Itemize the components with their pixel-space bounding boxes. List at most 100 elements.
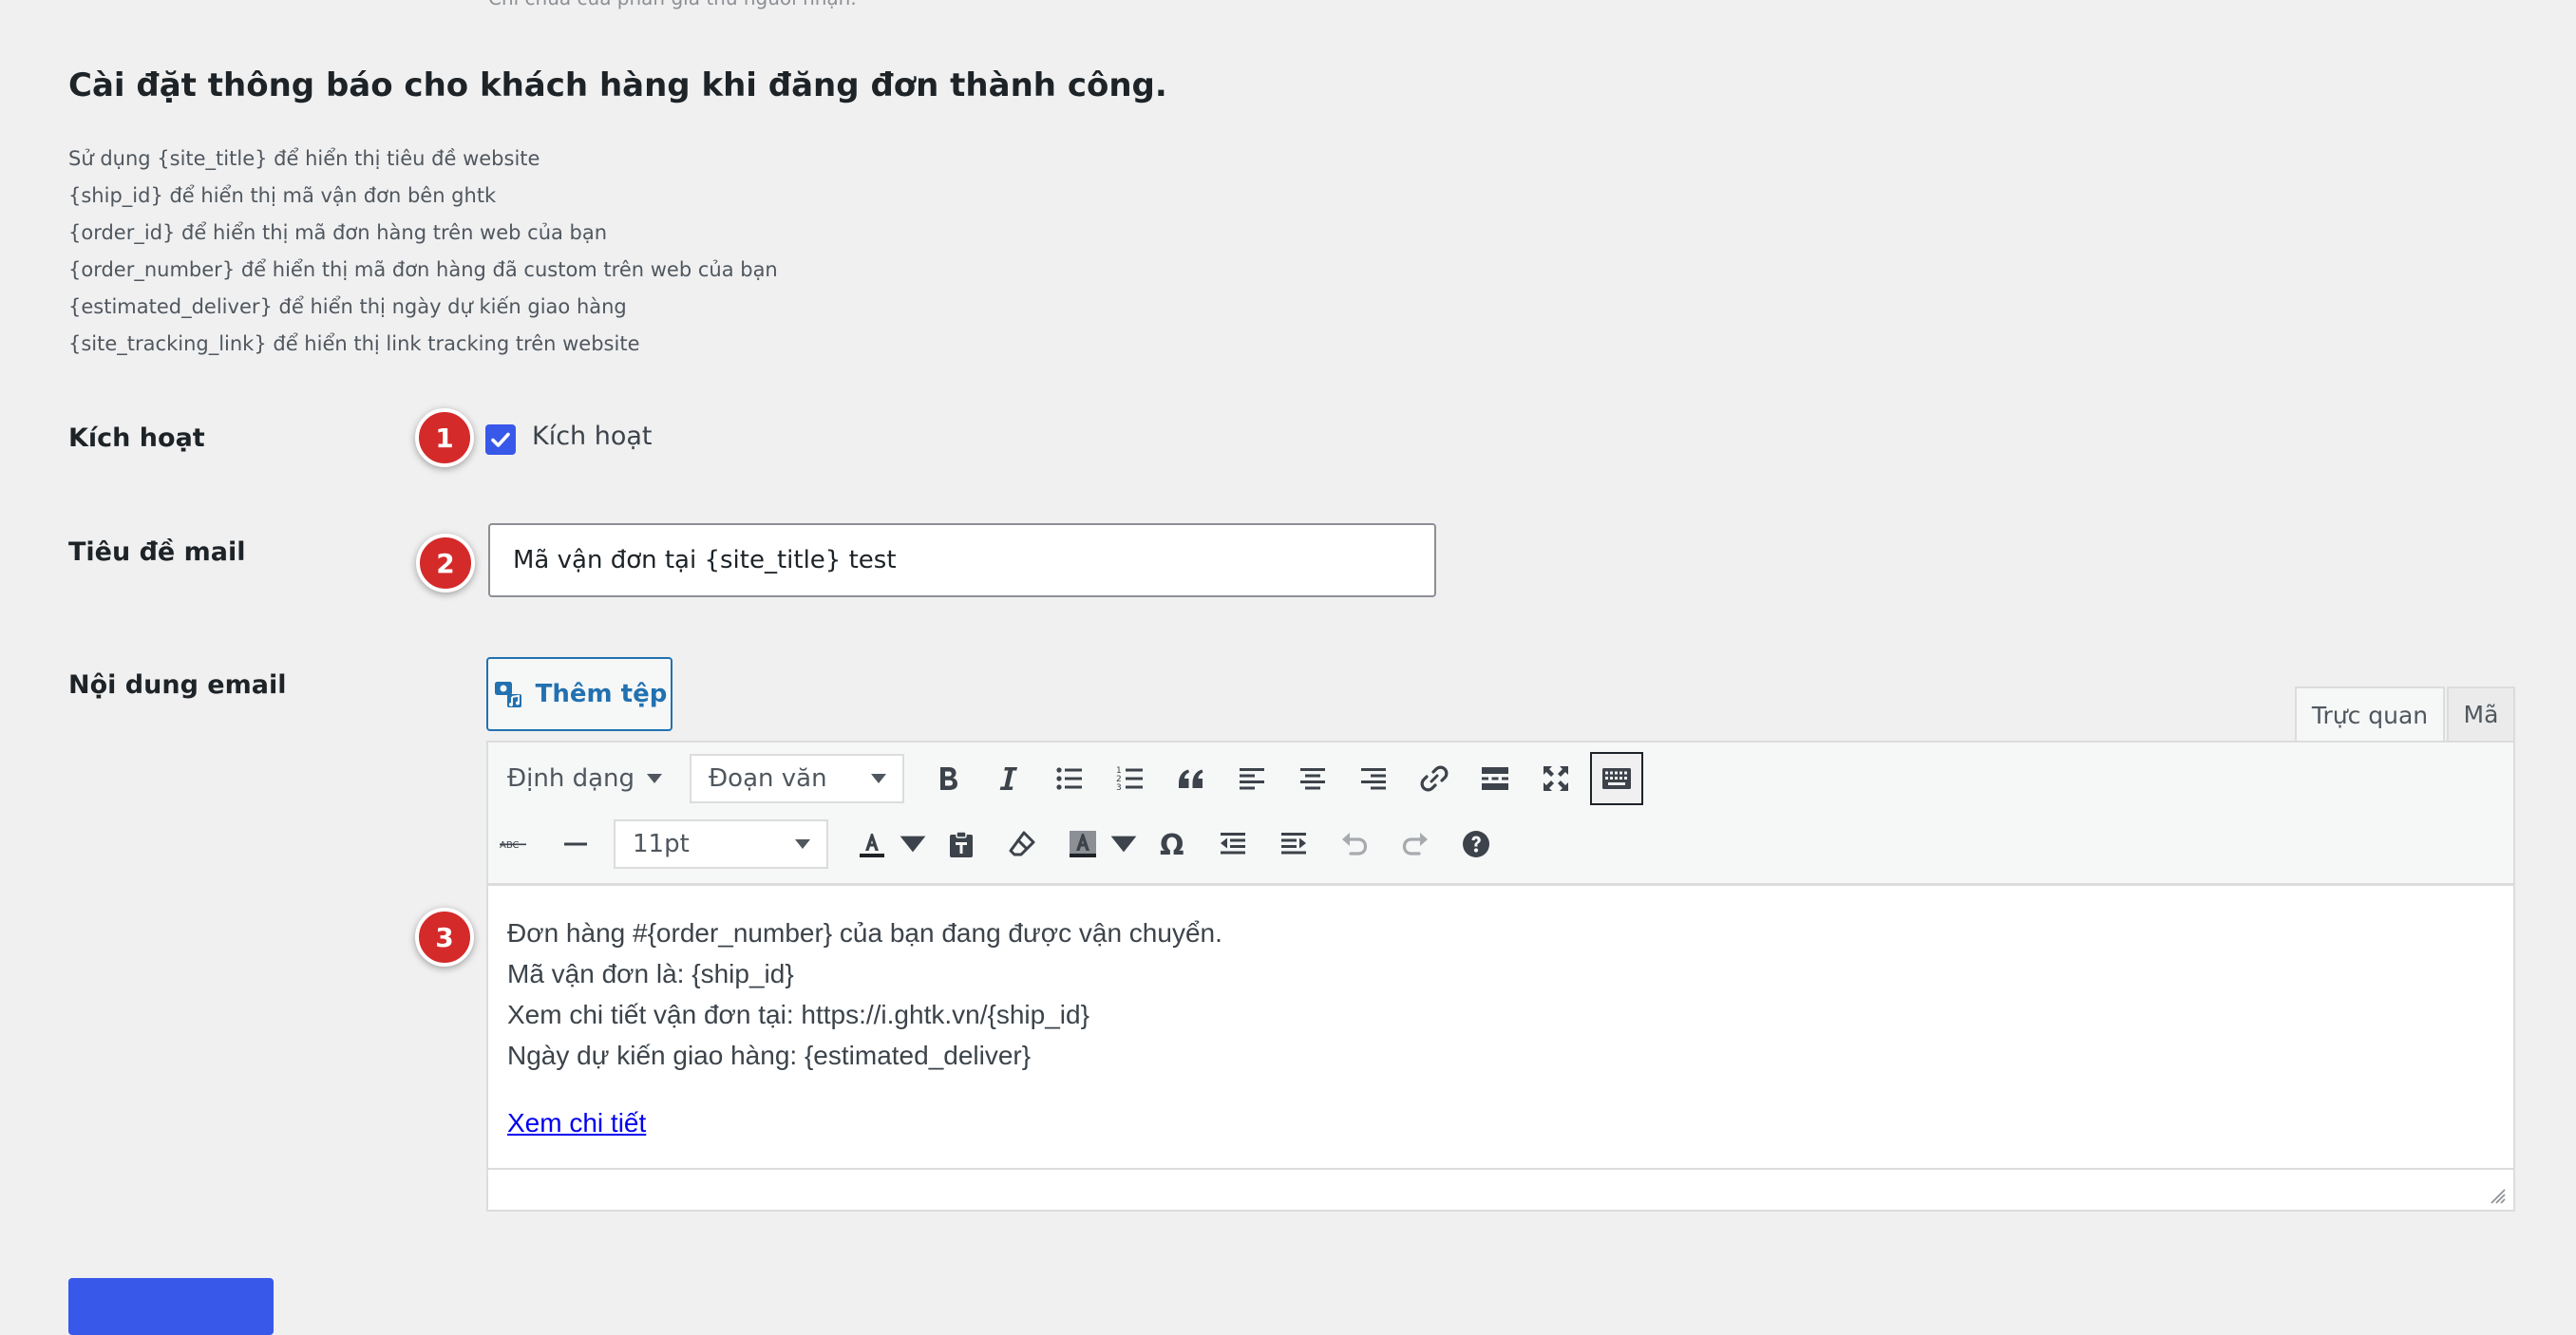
help-icon xyxy=(1463,831,1489,857)
omega-icon: Ω xyxy=(1160,829,1184,860)
bold-icon xyxy=(940,767,958,790)
numbered-list-button[interactable]: 123 xyxy=(1104,752,1157,805)
format-menu-label: Định dạng xyxy=(507,764,635,793)
add-media-button[interactable]: Thêm tệp xyxy=(486,657,672,731)
add-media-label: Thêm tệp xyxy=(535,680,668,708)
svg-text:3: 3 xyxy=(1116,783,1122,793)
bullet-list-icon xyxy=(1056,767,1083,790)
format-menu[interactable]: Định dạng xyxy=(488,754,682,803)
editor-line: Xem chi tiết vận đơn tại: https://i.ghtk… xyxy=(507,1000,1089,1029)
toolbar-row-1: Định dạng Đoạn văn 123 xyxy=(488,746,2511,811)
font-size-value: 11pt xyxy=(633,830,690,858)
paste-text-button[interactable] xyxy=(935,818,988,871)
eraser-icon xyxy=(1009,831,1035,856)
strikethrough-button[interactable]: ABC xyxy=(488,818,541,871)
save-button[interactable] xyxy=(68,1278,274,1335)
keyboard-icon xyxy=(1602,768,1632,789)
help-line: {estimated_deliver} để hiển thị ngày dự … xyxy=(68,295,627,318)
paste-text-icon xyxy=(950,831,973,857)
cut-off-text: Chỉ chứa của phần giá thư người nhận. xyxy=(488,0,857,9)
font-size-select[interactable]: 11pt xyxy=(614,819,828,869)
blockquote-button[interactable] xyxy=(1165,752,1218,805)
background-color-dropdown[interactable] xyxy=(1109,818,1138,871)
activate-checkbox-label[interactable]: Kích hoạt xyxy=(532,422,653,451)
toolbar-row-2: ABC 11pt Ω xyxy=(488,812,2511,876)
undo-icon xyxy=(1342,833,1368,856)
mail-subject-label: Tiêu đề mail xyxy=(68,537,246,567)
redo-icon xyxy=(1402,833,1428,856)
view-details-link[interactable]: Xem chi tiết xyxy=(507,1108,646,1138)
email-content-label: Nội dung email xyxy=(68,670,287,700)
indent-button[interactable] xyxy=(1267,818,1320,871)
marker-3: 3 xyxy=(415,908,474,967)
clear-formatting-button[interactable] xyxy=(995,818,1049,871)
help-line: Sử dụng {site_title} để hiển thị tiêu đề… xyxy=(68,147,540,170)
editor-line: Đơn hàng #{order_number} của bạn đang đư… xyxy=(507,918,1222,948)
block-format-value: Đoạn văn xyxy=(709,764,827,793)
keyboard-shortcuts-button[interactable] xyxy=(1449,818,1503,871)
section-title: Cài đặt thông báo cho khách hàng khi đăn… xyxy=(68,66,1167,104)
align-right-button[interactable] xyxy=(1347,752,1400,805)
caret-down-icon xyxy=(900,836,926,853)
marker-1: 1 xyxy=(415,408,474,467)
align-right-icon xyxy=(1361,768,1387,790)
checkmark-icon xyxy=(491,432,510,447)
outdent-icon xyxy=(1221,833,1245,855)
help-line: {site_tracking_link} để hiển thị link tr… xyxy=(68,332,640,355)
read-more-icon xyxy=(1482,767,1509,790)
horizontal-line-icon xyxy=(564,842,587,846)
read-more-button[interactable] xyxy=(1468,752,1522,805)
block-format-select[interactable]: Đoạn văn xyxy=(690,754,905,803)
editor-statusbar xyxy=(486,1170,2515,1212)
text-color-dropdown[interactable] xyxy=(899,818,927,871)
add-media-icon xyxy=(494,682,521,707)
placeholder-help: Sử dụng {site_title} để hiển thị tiêu đề… xyxy=(68,141,778,363)
caret-down-icon xyxy=(1110,836,1137,853)
indent-icon xyxy=(1281,833,1306,855)
editor-spacer xyxy=(507,1076,2494,1102)
align-left-button[interactable] xyxy=(1225,752,1279,805)
tab-code[interactable]: Mã xyxy=(2447,686,2515,741)
numbered-list-icon: 123 xyxy=(1116,766,1144,793)
tab-visual[interactable]: Trực quan xyxy=(2295,686,2445,743)
quote-icon xyxy=(1179,769,1203,788)
editor-line: Ngày dự kiến giao hàng: {estimated_deliv… xyxy=(507,1041,1032,1070)
caret-down-icon xyxy=(871,774,887,783)
svg-text:ABC: ABC xyxy=(500,840,520,851)
redo-button[interactable] xyxy=(1389,818,1442,871)
background-color-icon xyxy=(1070,831,1096,857)
help-line: {ship_id} để hiển thị mã vận đơn bên ght… xyxy=(68,184,497,207)
mail-subject-input[interactable] xyxy=(488,523,1436,597)
italic-icon xyxy=(999,767,1018,790)
email-editor[interactable]: Đơn hàng #{order_number} của bạn đang đư… xyxy=(486,883,2515,1170)
caret-down-icon xyxy=(647,774,663,783)
activate-label: Kích hoạt xyxy=(68,423,205,453)
outdent-button[interactable] xyxy=(1206,818,1260,871)
bullet-list-button[interactable] xyxy=(1043,752,1096,805)
horizontal-line-button[interactable] xyxy=(549,818,602,871)
svg-text:Ω: Ω xyxy=(1160,829,1184,860)
marker-2: 2 xyxy=(416,534,475,592)
undo-button[interactable] xyxy=(1328,818,1381,871)
resize-handle-icon[interactable] xyxy=(2489,1187,2506,1204)
link-icon xyxy=(1420,765,1449,792)
strikethrough-icon: ABC xyxy=(500,840,526,851)
text-color-button[interactable] xyxy=(845,818,899,871)
special-character-button[interactable]: Ω xyxy=(1146,818,1199,871)
activate-checkbox[interactable] xyxy=(485,424,516,455)
background-color-button[interactable] xyxy=(1056,818,1109,871)
insert-link-button[interactable] xyxy=(1408,752,1461,805)
fullscreen-icon xyxy=(1544,766,1569,791)
align-left-icon xyxy=(1240,768,1265,790)
caret-down-icon xyxy=(795,839,810,849)
bold-button[interactable] xyxy=(921,752,975,805)
help-line: {order_id} để hiển thị mã đơn hàng trên … xyxy=(68,221,608,244)
help-line: {order_number} để hiển thị mã đơn hàng đ… xyxy=(68,258,778,281)
align-center-button[interactable] xyxy=(1286,752,1339,805)
fullscreen-button[interactable] xyxy=(1529,752,1582,805)
italic-button[interactable] xyxy=(982,752,1035,805)
editor-line: Mã vận đơn là: {ship_id} xyxy=(507,959,794,988)
toolbar-toggle-button[interactable] xyxy=(1590,752,1644,805)
text-color-icon xyxy=(860,834,884,857)
align-center-icon xyxy=(1300,768,1326,790)
